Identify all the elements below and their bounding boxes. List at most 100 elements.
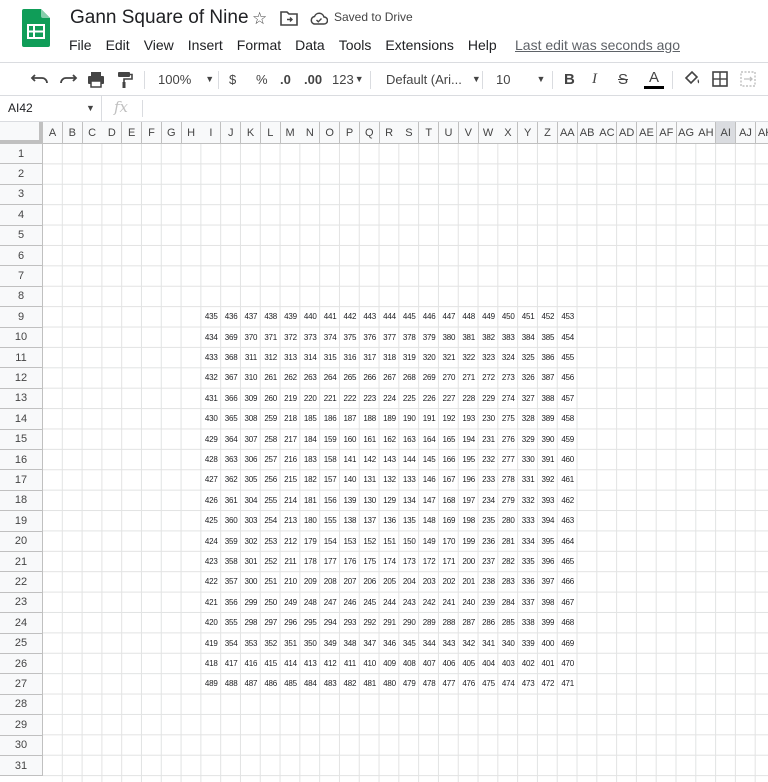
cell-value[interactable]: 330	[518, 450, 538, 470]
cell-value[interactable]: 157	[320, 470, 340, 490]
cell-value[interactable]: 269	[419, 368, 439, 388]
strikethrough-button[interactable]: S	[618, 63, 628, 95]
cell-value[interactable]: 141	[340, 450, 360, 470]
cell-value[interactable]: 294	[320, 613, 340, 633]
cell-value[interactable]: 229	[479, 389, 499, 409]
cell-value[interactable]: 448	[459, 307, 479, 327]
cell-value[interactable]: 198	[459, 511, 479, 531]
cell-value[interactable]: 390	[538, 430, 558, 450]
cell-value[interactable]: 317	[360, 348, 380, 368]
cell-value[interactable]: 440	[300, 307, 320, 327]
cell-value[interactable]: 207	[340, 572, 360, 592]
cell-value[interactable]: 411	[340, 654, 360, 674]
cell-value[interactable]: 399	[538, 613, 558, 633]
cell-value[interactable]: 237	[479, 552, 499, 572]
cell-value[interactable]: 153	[340, 532, 360, 552]
cell-value[interactable]: 261	[261, 368, 281, 388]
row-header-26[interactable]: 26	[0, 654, 43, 675]
cell-value[interactable]: 272	[479, 368, 499, 388]
increase-decimal-button[interactable]: .00	[304, 63, 322, 95]
cell-value[interactable]: 238	[479, 572, 499, 592]
column-header-s[interactable]: S	[399, 122, 420, 144]
cell-value[interactable]: 394	[538, 511, 558, 531]
cell-value[interactable]: 204	[399, 572, 419, 592]
currency-format-button[interactable]: $	[229, 63, 236, 95]
cell-value[interactable]: 308	[241, 409, 261, 429]
cell-value[interactable]: 243	[399, 593, 419, 613]
menu-tools[interactable]: Tools	[332, 35, 379, 55]
cell-value[interactable]: 343	[439, 634, 459, 654]
cell-value[interactable]: 150	[399, 532, 419, 552]
cell-value[interactable]: 206	[360, 572, 380, 592]
cell-value[interactable]: 304	[241, 491, 261, 511]
row-header-6[interactable]: 6	[0, 246, 43, 267]
cell-value[interactable]: 214	[281, 491, 301, 511]
cell-value[interactable]: 334	[518, 532, 538, 552]
cell-value[interactable]: 154	[320, 532, 340, 552]
cell-value[interactable]: 478	[419, 674, 439, 694]
cell-value[interactable]: 377	[380, 328, 400, 348]
cell-value[interactable]: 195	[459, 450, 479, 470]
cell-value[interactable]: 356	[221, 593, 241, 613]
cell-value[interactable]: 379	[419, 328, 439, 348]
row-header-29[interactable]: 29	[0, 715, 43, 736]
cell-value[interactable]: 325	[518, 348, 538, 368]
column-header-x[interactable]: X	[498, 122, 519, 144]
cell-value[interactable]: 131	[360, 470, 380, 490]
cell-value[interactable]: 279	[498, 491, 518, 511]
cell-value[interactable]: 137	[360, 511, 380, 531]
cell-value[interactable]: 190	[399, 409, 419, 429]
select-all-corner[interactable]	[0, 122, 43, 144]
row-header-12[interactable]: 12	[0, 368, 43, 389]
cell-value[interactable]: 169	[439, 511, 459, 531]
font-size-select[interactable]: 10 ▼	[496, 63, 545, 95]
column-header-ac[interactable]: AC	[597, 122, 618, 144]
cell-value[interactable]: 384	[518, 328, 538, 348]
cell-value[interactable]: 175	[360, 552, 380, 572]
cell-value[interactable]: 275	[498, 409, 518, 429]
cell-value[interactable]: 353	[241, 634, 261, 654]
cloud-saved-icon[interactable]	[310, 11, 328, 25]
cell-value[interactable]: 142	[360, 450, 380, 470]
cell-value[interactable]: 209	[300, 572, 320, 592]
cell-value[interactable]: 208	[320, 572, 340, 592]
cell-value[interactable]: 162	[380, 430, 400, 450]
row-header-27[interactable]: 27	[0, 674, 43, 695]
cell-value[interactable]: 480	[380, 674, 400, 694]
cell-value[interactable]: 355	[221, 613, 241, 633]
row-header-7[interactable]: 7	[0, 266, 43, 287]
cell-value[interactable]: 156	[320, 491, 340, 511]
cell-value[interactable]: 180	[300, 511, 320, 531]
cell-value[interactable]: 302	[241, 532, 261, 552]
cell-value[interactable]: 483	[320, 674, 340, 694]
cell-value[interactable]: 170	[439, 532, 459, 552]
column-header-a[interactable]: A	[43, 122, 63, 144]
column-header-ak[interactable]: AK	[755, 122, 768, 144]
cell-value[interactable]: 467	[558, 593, 578, 613]
cell-value[interactable]: 266	[360, 368, 380, 388]
cell-value[interactable]: 227	[439, 389, 459, 409]
menu-format[interactable]: Format	[230, 35, 288, 55]
cell-value[interactable]: 456	[558, 368, 578, 388]
column-header-r[interactable]: R	[379, 122, 400, 144]
cell-value[interactable]: 434	[201, 328, 221, 348]
cell-value[interactable]: 134	[399, 491, 419, 511]
row-header-10[interactable]: 10	[0, 327, 43, 348]
cell-value[interactable]: 217	[281, 430, 301, 450]
cell-value[interactable]: 458	[558, 409, 578, 429]
cell-value[interactable]: 159	[320, 430, 340, 450]
cell-value[interactable]: 488	[221, 674, 241, 694]
cell-value[interactable]: 441	[320, 307, 340, 327]
cell-value[interactable]: 239	[479, 593, 499, 613]
cell-value[interactable]: 171	[439, 552, 459, 572]
cell-value[interactable]: 311	[241, 348, 261, 368]
cell-value[interactable]: 303	[241, 511, 261, 531]
cell-value[interactable]: 466	[558, 572, 578, 592]
cell-value[interactable]: 487	[241, 674, 261, 694]
cell-value[interactable]: 340	[498, 634, 518, 654]
cell-value[interactable]: 372	[281, 328, 301, 348]
cell-value[interactable]: 220	[300, 389, 320, 409]
text-color-button[interactable]: A	[644, 63, 664, 95]
cell-value[interactable]: 172	[419, 552, 439, 572]
cell-value[interactable]: 244	[380, 593, 400, 613]
